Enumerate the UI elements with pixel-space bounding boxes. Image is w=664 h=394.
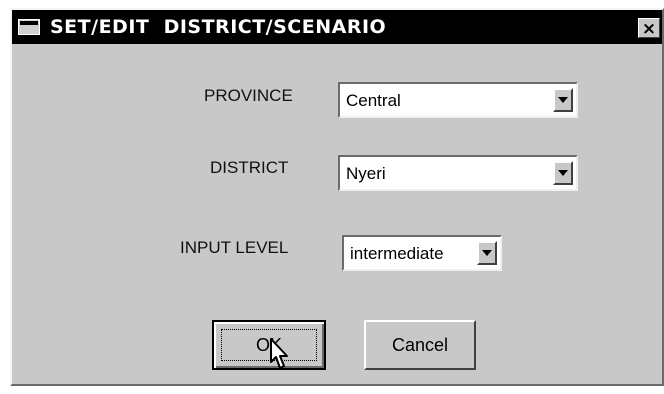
district-label: DISTRICT [210, 158, 289, 177]
mouse-pointer-icon [270, 338, 288, 369]
province-dropdown-arrow-icon[interactable] [553, 88, 573, 112]
province-label: PROVINCE [204, 86, 293, 105]
cancel-button[interactable]: Cancel [364, 320, 476, 370]
district-select[interactable]: Nyeri [338, 155, 578, 191]
close-button[interactable]: × [638, 18, 660, 39]
input-level-value: intermediate [350, 244, 444, 263]
input-level-label: INPUT LEVEL [180, 238, 289, 257]
title-bar[interactable]: SET/EDIT DISTRICT/SCENARIO × [12, 10, 662, 44]
window-menu-icon[interactable] [18, 19, 40, 35]
set-edit-district-scenario-dialog: SET/EDIT DISTRICT/SCENARIO × PROVINCE Ce… [10, 8, 664, 386]
input-level-select[interactable]: intermediate [342, 235, 502, 271]
screen: SET/EDIT DISTRICT/SCENARIO × PROVINCE Ce… [0, 0, 664, 394]
province-select[interactable]: Central [338, 82, 578, 118]
district-dropdown-arrow-icon[interactable] [553, 161, 573, 185]
province-value: Central [346, 91, 401, 110]
district-value: Nyeri [346, 164, 386, 183]
input-level-dropdown-arrow-icon[interactable] [477, 241, 497, 265]
dialog-title: SET/EDIT DISTRICT/SCENARIO [50, 16, 387, 38]
ok-button[interactable]: OK [212, 320, 326, 370]
